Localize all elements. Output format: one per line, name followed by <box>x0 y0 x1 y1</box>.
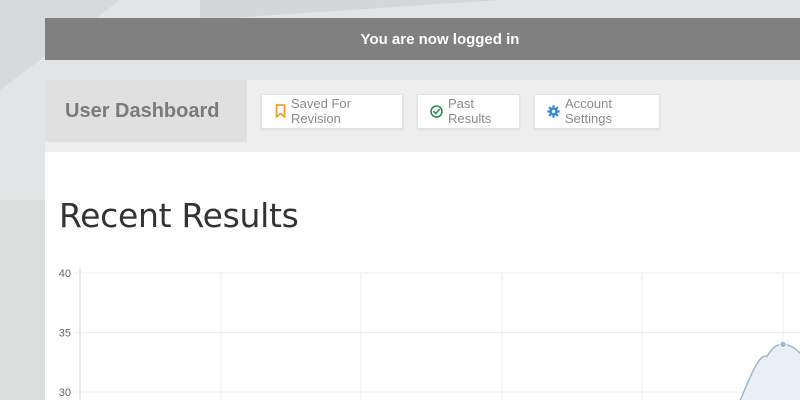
brand-title-text: User Dashboard <box>65 99 220 122</box>
account-settings-label: Account Settings <box>565 96 612 126</box>
saved-for-revision-label: Saved For Revision <box>291 96 351 126</box>
past-results-label: Past Results <box>448 96 492 126</box>
check-circle-icon <box>430 104 443 118</box>
chart-series <box>739 340 800 400</box>
saved-for-revision-button[interactable]: Saved For Revision <box>261 93 403 129</box>
account-settings-button[interactable]: Account Settings <box>534 93 660 129</box>
main-panel: Recent Results 40 35 30 <box>45 152 800 400</box>
flash-message: You are now logged in <box>45 18 800 60</box>
y-tick-label: 40 <box>59 268 71 280</box>
results-chart: 40 35 30 <box>59 268 800 400</box>
background-shape <box>0 200 45 400</box>
gear-icon <box>547 104 560 118</box>
bookmark-icon <box>275 104 286 118</box>
y-tick-label: 35 <box>59 328 71 340</box>
y-tick-label: 30 <box>59 387 71 399</box>
brand-title[interactable]: User Dashboard <box>45 80 247 142</box>
data-point <box>779 340 787 349</box>
navigation-bar: User Dashboard Saved For Revision Past R… <box>45 80 800 142</box>
background-shape <box>200 0 500 20</box>
y-axis-ticks: 40 35 30 <box>59 268 71 399</box>
chart-grid <box>75 269 800 400</box>
past-results-button[interactable]: Past Results <box>417 93 520 129</box>
nav-buttons: Saved For Revision Past Results Account … <box>247 80 660 142</box>
flash-message-text: You are now logged in <box>360 30 520 48</box>
nav-bottom-strip <box>45 142 800 152</box>
series-area <box>740 344 800 400</box>
